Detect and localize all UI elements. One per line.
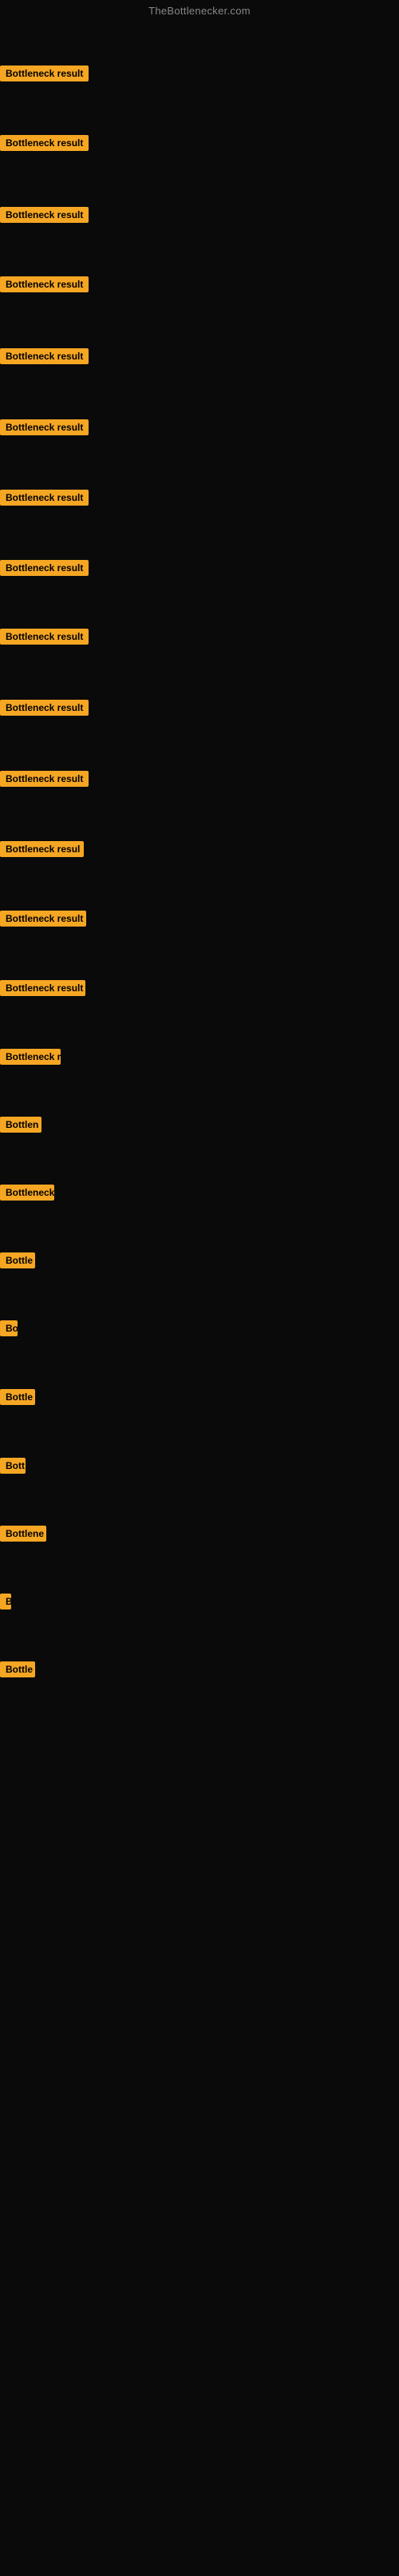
bottleneck-result-badge[interactable]: Bott	[0, 1458, 26, 1474]
bottleneck-result-badge[interactable]: Bottlen	[0, 1117, 41, 1133]
bottleneck-result-row: Bottleneck result	[0, 490, 89, 510]
bottleneck-result-badge[interactable]: Bottlene	[0, 1526, 46, 1542]
bottleneck-result-badge[interactable]: Bottleneck result	[0, 207, 89, 223]
bottleneck-result-badge[interactable]: Bo	[0, 1320, 18, 1336]
bottleneck-result-row: Bottle	[0, 1661, 35, 1681]
bottleneck-result-badge[interactable]: B	[0, 1594, 11, 1610]
bottleneck-result-badge[interactable]: Bottleneck result	[0, 911, 86, 927]
bottleneck-result-badge[interactable]: Bottleneck result	[0, 700, 89, 716]
bottleneck-result-row: Bottleneck result	[0, 419, 89, 439]
bottleneck-result-badge[interactable]: Bottleneck resul	[0, 841, 84, 857]
bottleneck-result-row: Bo	[0, 1320, 18, 1340]
bottleneck-result-row: Bottleneck r	[0, 1049, 61, 1069]
bottleneck-result-row: B	[0, 1594, 11, 1613]
bottleneck-result-row: Bottle	[0, 1252, 35, 1272]
bottleneck-result-row: Bottleneck result	[0, 980, 85, 1000]
bottleneck-result-badge[interactable]: Bottleneck result	[0, 629, 89, 645]
bottleneck-result-badge[interactable]: Bottleneck result	[0, 65, 89, 81]
bottleneck-result-badge[interactable]: Bottleneck result	[0, 560, 89, 576]
bottleneck-result-badge[interactable]: Bottle	[0, 1661, 35, 1677]
bottleneck-result-row: Bottleneck result	[0, 911, 86, 931]
bottleneck-result-badge[interactable]: Bottleneck	[0, 1185, 54, 1201]
bottleneck-result-row: Bottlen	[0, 1117, 41, 1137]
bottleneck-result-row: Bottle	[0, 1389, 35, 1409]
bottleneck-result-row: Bottleneck result	[0, 771, 89, 791]
bottleneck-result-row: Bottleneck result	[0, 276, 89, 296]
bottleneck-result-row: Bott	[0, 1458, 26, 1478]
bottleneck-result-badge[interactable]: Bottleneck result	[0, 490, 89, 506]
bottleneck-result-badge[interactable]: Bottleneck result	[0, 980, 85, 996]
bottleneck-result-badge[interactable]: Bottleneck result	[0, 276, 89, 292]
bottleneck-result-badge[interactable]: Bottleneck result	[0, 135, 89, 151]
bottleneck-result-badge[interactable]: Bottleneck result	[0, 348, 89, 364]
bottleneck-result-row: Bottleneck resul	[0, 841, 84, 861]
bottleneck-result-row: Bottleneck result	[0, 135, 89, 155]
bottleneck-result-row: Bottleneck result	[0, 65, 89, 85]
bottleneck-result-row: Bottleneck result	[0, 629, 89, 649]
bottleneck-result-badge[interactable]: Bottleneck result	[0, 419, 89, 435]
site-title: TheBottlenecker.com	[0, 0, 399, 20]
bottleneck-result-row: Bottleneck result	[0, 560, 89, 580]
bottleneck-result-badge[interactable]: Bottleneck r	[0, 1049, 61, 1065]
bottleneck-result-row: Bottleneck result	[0, 207, 89, 227]
bottleneck-result-row: Bottleneck result	[0, 700, 89, 720]
bottleneck-result-badge[interactable]: Bottleneck result	[0, 771, 89, 787]
bottleneck-result-row: Bottleneck	[0, 1185, 54, 1205]
bottleneck-result-row: Bottleneck result	[0, 348, 89, 368]
bottleneck-result-badge[interactable]: Bottle	[0, 1252, 35, 1268]
bottleneck-result-row: Bottlene	[0, 1526, 46, 1546]
bottleneck-result-badge[interactable]: Bottle	[0, 1389, 35, 1405]
